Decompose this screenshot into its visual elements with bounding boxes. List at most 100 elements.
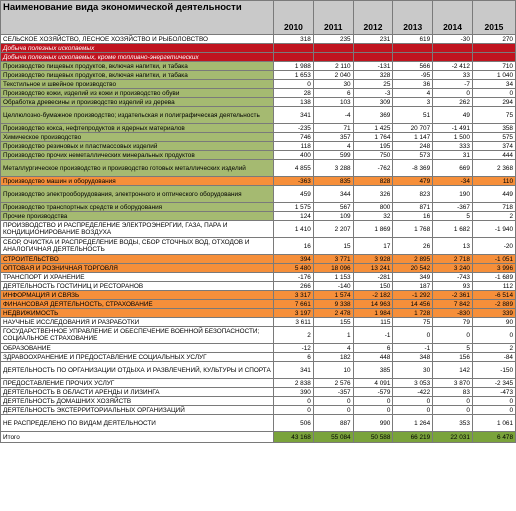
- value-cell-2010: -176: [273, 272, 314, 282]
- value-cell-2010: [273, 43, 314, 53]
- activity-name-cell: ДЕЯТЕЛЬНОСТЬ ЭКСТЕРРИТОРИАЛЬНЫХ ОРГАНИЗА…: [0, 405, 275, 415]
- value-cell-2013: 30: [392, 361, 434, 379]
- value-cell-2011: 357: [312, 132, 354, 142]
- table-row: Производство пищевых продуктов, включая …: [0, 70, 516, 80]
- activity-name-cell: Производство пищевых продуктов, включая …: [0, 70, 275, 80]
- value-cell-2011: 4: [312, 141, 354, 151]
- activity-name-cell: Обработка древесины и производство издел…: [0, 97, 275, 107]
- value-cell-2012: 3 928: [352, 254, 394, 264]
- value-cell-2015: 1 040: [471, 70, 516, 80]
- table-row: Обработка древесины и производство издел…: [0, 97, 516, 107]
- value-cell-2014: 0: [432, 405, 473, 415]
- value-cell-2011: 182: [312, 352, 354, 362]
- value-cell-2012: -131: [352, 61, 394, 71]
- activity-name-cell: Производство машин и оборудования: [0, 176, 275, 186]
- value-cell-2011: 6: [312, 88, 354, 98]
- value-cell-2015: 0: [471, 88, 516, 98]
- value-cell-2012: 328: [352, 70, 394, 80]
- value-cell-2015: 112: [471, 281, 516, 291]
- activity-name-cell: Текстильное и швейное производство: [0, 79, 275, 89]
- value-cell-2014: 190: [432, 185, 473, 203]
- column-header-year: 2013: [392, 0, 434, 35]
- value-cell-2010: 0: [273, 405, 314, 415]
- value-cell-2011: 2 207: [312, 220, 354, 238]
- value-cell-2014: 5: [432, 343, 473, 353]
- value-cell-2013: 248: [392, 141, 434, 151]
- value-cell-2014: 83: [432, 387, 473, 397]
- value-cell-2013: 75: [392, 317, 434, 327]
- value-cell-2015: 294: [471, 97, 516, 107]
- value-cell-2012: 115: [352, 317, 394, 327]
- value-cell-2011: 18 096: [312, 263, 354, 273]
- value-cell-2010: 318: [273, 34, 314, 44]
- value-cell-2011: 235: [312, 34, 354, 44]
- value-cell-2013: -8 369: [392, 159, 434, 177]
- column-header-year: 2012: [352, 0, 394, 35]
- value-cell-2013: 16: [392, 211, 434, 221]
- value-cell-2012: 14 963: [352, 299, 394, 309]
- activity-name-cell: ДЕЯТЕЛЬНОСТЬ В ОБЛАСТИ АРЕНДЫ И ЛИЗИНГА: [0, 387, 275, 397]
- value-cell-2014: 0: [432, 88, 473, 98]
- value-cell-2011: 155: [312, 317, 354, 327]
- activity-name-cell: СБОР, ОЧИСТКА И РАСПРЕДЕЛЕНИЕ ВОДЫ, СБОР…: [0, 237, 275, 255]
- value-cell-2015: 358: [471, 123, 516, 133]
- value-cell-2014: [432, 52, 473, 62]
- table-row: Металлургическое производство и производ…: [0, 159, 516, 177]
- value-cell-2010: 2: [273, 326, 314, 344]
- value-cell-2014: -34: [432, 176, 473, 186]
- value-cell-2012: -3: [352, 88, 394, 98]
- table-row: ДЕЯТЕЛЬНОСТЬ ДОМАШНИХ ХОЗЯЙСТВ 0 0 0 0 0 0: [0, 396, 516, 406]
- value-cell-2015: 0: [471, 396, 516, 406]
- table-row: Целлюлозно-бумажное производство; издате…: [0, 106, 516, 124]
- table-row: ОБРАЗОВАНИЕ -12 4 6 -1 5 2: [0, 343, 516, 353]
- table-row: Производство прочих неметаллических мине…: [0, 150, 516, 160]
- value-cell-2010: 4 855: [273, 159, 314, 177]
- value-cell-2013: -1: [392, 343, 434, 353]
- value-cell-2013: 4: [392, 88, 434, 98]
- value-cell-2013: 14 456: [392, 299, 434, 309]
- value-cell-2011: 599: [312, 150, 354, 160]
- value-cell-2014: 0: [432, 326, 473, 344]
- value-cell-2011: 30: [312, 79, 354, 89]
- value-cell-2010: 459: [273, 185, 314, 203]
- activity-name-cell: ДЕЯТЕЛЬНОСТЬ ДОМАШНИХ ХОЗЯЙСТВ: [0, 396, 275, 406]
- value-cell-2015: 0: [471, 405, 516, 415]
- activity-name-cell: Производство кожи, изделий из кожи и про…: [0, 88, 275, 98]
- value-cell-2011: 1 153: [312, 272, 354, 282]
- value-cell-2013: 0: [392, 405, 434, 415]
- value-cell-2013: 1 264: [392, 414, 434, 432]
- activity-name-cell: ДЕЯТЕЛЬНОСТЬ ГОСТИНИЦ И РЕСТОРАНОВ: [0, 281, 275, 291]
- value-cell-2015: 75: [471, 106, 516, 124]
- value-cell-2015: 2: [471, 211, 516, 221]
- value-cell-2015: 339: [471, 308, 516, 318]
- value-cell-2011: [312, 52, 354, 62]
- value-cell-2013: 1 768: [392, 220, 434, 238]
- table-row: ЗДРАВООХРАНЕНИЕ И ПРЕДОСТАВЛЕНИЕ СОЦИАЛЬ…: [0, 352, 516, 362]
- value-cell-2014: 669: [432, 159, 473, 177]
- value-cell-2012: 326: [352, 185, 394, 203]
- value-cell-2015: -20: [471, 237, 516, 255]
- activity-name-cell: ФИНАНСОВАЯ ДЕЯТЕЛЬНОСТЬ, СТРАХОВАНИЕ: [0, 299, 275, 309]
- activity-name-cell: ОБРАЗОВАНИЕ: [0, 343, 275, 353]
- total-row: Итого 43 168 55 084 50 588 66 219 22 031 6 478: [0, 431, 516, 443]
- value-cell-2010: 16: [273, 237, 314, 255]
- value-cell-2014: 1 682: [432, 220, 473, 238]
- table-row: Производство электрооборудования, электр…: [0, 185, 516, 203]
- activity-name-cell: НАУЧНЫЕ ИССЛЕДОВАНИЯ И РАЗРАБОТКИ: [0, 317, 275, 327]
- table-row: Химическое производство 746 357 1 764 1 147 1…: [0, 132, 516, 142]
- value-cell-2012: 13 241: [352, 263, 394, 273]
- value-cell-2011: -140: [312, 281, 354, 291]
- value-cell-2013: 26: [392, 237, 434, 255]
- activity-name-cell: Производство транспортных средств и обор…: [0, 202, 275, 212]
- activity-name-cell: ОПТОВАЯ И РОЗНИЧНАЯ ТОРГОВЛЯ: [0, 263, 275, 273]
- value-cell-2014: 353: [432, 414, 473, 432]
- activity-name-cell: ИНФОРМАЦИЯ И СВЯЗЬ: [0, 290, 275, 300]
- table-row: Производство транспортных средств и обор…: [0, 202, 516, 212]
- activity-name-cell: ГОСУДАРСТВЕННОЕ УПРАВЛЕНИЕ И ОБЕСПЕЧЕНИЕ…: [0, 326, 275, 344]
- value-cell-2010: -363: [273, 176, 314, 186]
- value-cell-2011: 2 576: [312, 378, 354, 388]
- value-cell-2014: 156: [432, 352, 473, 362]
- table-row: Текстильное и швейное производство 0 30 25 3…: [0, 79, 516, 89]
- value-cell-2011: 835: [312, 176, 354, 186]
- value-cell-2010: 118: [273, 141, 314, 151]
